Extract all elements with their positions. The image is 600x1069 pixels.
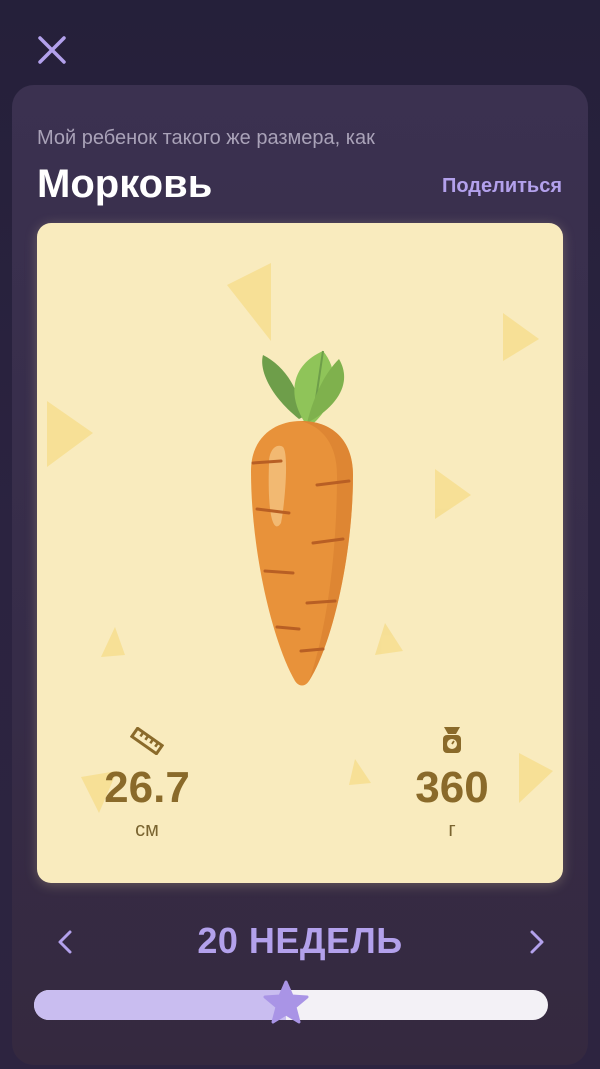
close-button[interactable]	[34, 32, 70, 68]
scale-icon	[443, 727, 461, 753]
close-icon	[38, 36, 66, 64]
length-unit: см	[135, 819, 159, 841]
week-slider[interactable]	[34, 980, 548, 1024]
ruler-icon	[130, 727, 164, 755]
slider-thumb[interactable]	[262, 978, 310, 1026]
slider-fill	[34, 990, 286, 1020]
chevron-right-icon	[530, 930, 544, 954]
page-title: Морковь	[37, 162, 213, 206]
share-button[interactable]: Поделиться	[442, 175, 562, 198]
next-week-button[interactable]	[524, 926, 548, 958]
weight-value: 360	[415, 763, 489, 812]
panel-subtitle: Мой ребенок такого же размера, как	[37, 127, 375, 149]
fruit-card: 26.7 см 360 г	[37, 223, 563, 883]
length-value: 26.7	[104, 763, 190, 812]
weight-unit: г	[448, 819, 456, 841]
week-label: 20 НЕДЕЛЬ	[197, 920, 403, 961]
star-icon	[263, 980, 309, 1024]
